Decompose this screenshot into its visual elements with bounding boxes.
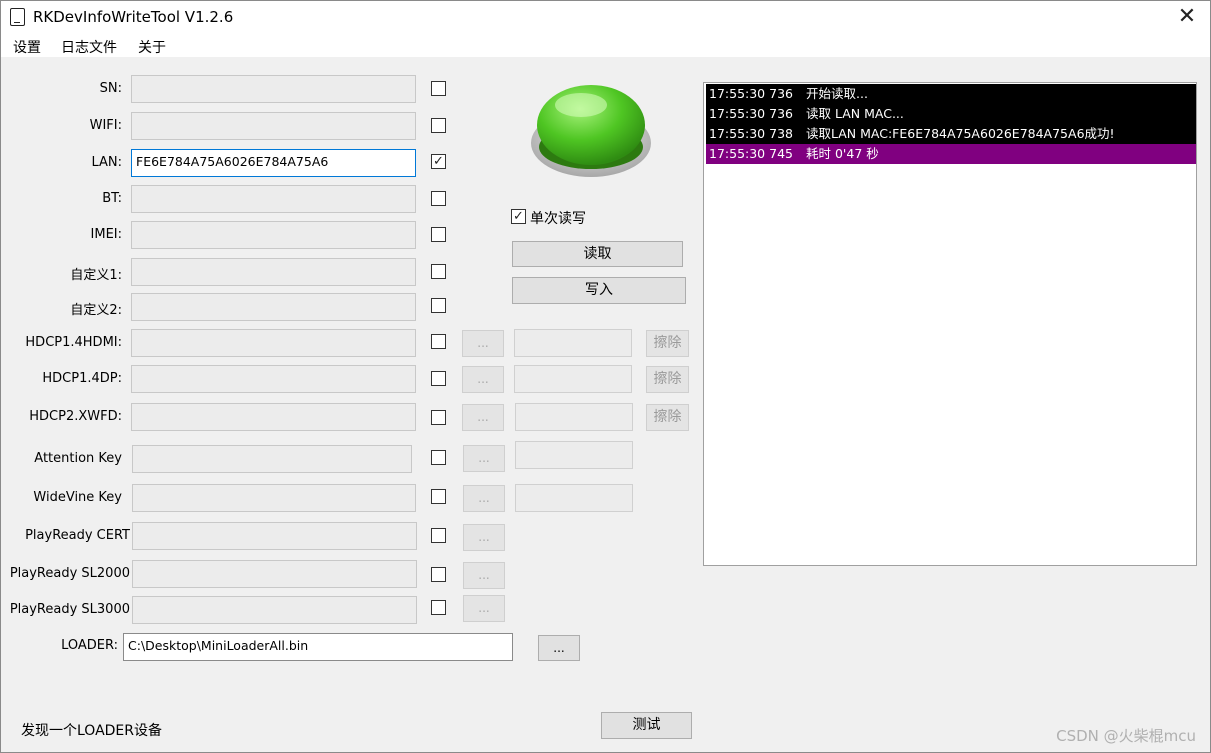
erase-button[interactable]: 擦除 xyxy=(646,366,689,393)
field-label: HDCP1.4HDMI: xyxy=(25,335,122,350)
erase-button[interactable]: 擦除 xyxy=(646,404,689,431)
title-bar: RKDevInfoWriteTool V1.2.6 ✕ xyxy=(1,1,1210,33)
start-button[interactable] xyxy=(529,79,653,183)
field-checkbox[interactable] xyxy=(431,410,446,425)
field-input[interactable] xyxy=(132,560,417,588)
field-input[interactable] xyxy=(131,75,416,103)
field-input[interactable]: FE6E784A75A6026E784A75A6 xyxy=(131,149,416,177)
test-button[interactable]: 测试 xyxy=(601,712,692,739)
field-checkbox[interactable] xyxy=(431,227,446,242)
log-message: 开始读取... xyxy=(806,86,868,101)
field-input[interactable] xyxy=(132,484,416,512)
field-checkbox[interactable] xyxy=(431,600,446,615)
log-panel[interactable]: 17:55:30 736 开始读取... 17:55:30 736 读取 LAN MA… xyxy=(703,82,1197,566)
field-label: PlayReady SL2000 xyxy=(9,566,130,581)
field-checkbox[interactable]: ✓ xyxy=(431,154,446,169)
field-label: WIFI: xyxy=(89,118,122,133)
field-input[interactable] xyxy=(131,329,416,357)
read-button[interactable]: 读取 xyxy=(512,241,683,267)
browse-button[interactable]: ... xyxy=(463,445,505,472)
field-label: BT: xyxy=(102,191,122,206)
window-title: RKDevInfoWriteTool V1.2.6 xyxy=(33,8,234,26)
field-label: SN: xyxy=(99,81,122,96)
browse-button[interactable]: ... xyxy=(462,404,504,431)
log-time: 17:55:30 745 xyxy=(709,146,793,161)
loader-browse-button[interactable]: ... xyxy=(538,635,580,661)
field-checkbox[interactable] xyxy=(431,264,446,279)
field-label: HDCP1.4DP: xyxy=(42,371,122,386)
erase-button[interactable]: 擦除 xyxy=(646,330,689,357)
field-input[interactable] xyxy=(132,596,417,624)
field-checkbox[interactable] xyxy=(431,567,446,582)
device-icon xyxy=(10,8,25,26)
field-input[interactable] xyxy=(131,365,416,393)
close-icon[interactable]: ✕ xyxy=(1164,1,1210,33)
field-label: 自定义2: xyxy=(70,303,122,318)
field-checkbox[interactable] xyxy=(431,528,446,543)
log-time: 17:55:30 736 xyxy=(709,86,793,101)
field-checkbox[interactable] xyxy=(431,81,446,96)
browse-button[interactable]: ... xyxy=(463,595,505,622)
file-path-field[interactable] xyxy=(515,441,633,469)
log-entry: 17:55:30 745 耗时 0'47 秒 xyxy=(706,144,1196,164)
log-message: 读取LAN MAC:FE6E784A75A6026E784A75A6成功! xyxy=(806,126,1115,141)
log-entry: 17:55:30 736 读取 LAN MAC... xyxy=(706,104,1196,124)
field-checkbox[interactable] xyxy=(431,371,446,386)
log-entry: 17:55:30 736 开始读取... xyxy=(706,84,1196,104)
browse-button[interactable]: ... xyxy=(462,330,504,357)
loader-path-field[interactable]: C:\Desktop\MiniLoaderAll.bin xyxy=(123,633,513,661)
browse-button[interactable]: ... xyxy=(463,524,505,551)
loader-label: LOADER: xyxy=(61,638,118,653)
field-label: PlayReady SL3000 xyxy=(9,602,130,617)
file-path-field[interactable] xyxy=(514,365,632,393)
field-label: Attention Key xyxy=(34,451,122,466)
field-checkbox[interactable] xyxy=(431,334,446,349)
status-text: 发现一个LOADER设备 xyxy=(21,723,163,739)
browse-button[interactable]: ... xyxy=(463,485,505,512)
field-label: 自定义1: xyxy=(70,268,122,283)
field-label: PlayReady CERT xyxy=(25,528,130,543)
log-message: 耗时 0'47 秒 xyxy=(806,146,879,161)
file-path-field[interactable] xyxy=(514,329,632,357)
field-label: IMEI: xyxy=(90,227,122,242)
single-rw-checkbox[interactable]: ✓ xyxy=(511,209,526,224)
file-path-field[interactable] xyxy=(515,403,633,431)
log-time: 17:55:30 736 xyxy=(709,106,793,121)
field-input[interactable] xyxy=(131,403,416,431)
browse-button[interactable]: ... xyxy=(463,562,505,589)
watermark: CSDN @火柴棍mcu xyxy=(1056,727,1196,745)
field-input[interactable] xyxy=(132,522,417,550)
field-input[interactable] xyxy=(132,445,412,473)
field-checkbox[interactable] xyxy=(431,118,446,133)
field-input[interactable] xyxy=(131,293,416,321)
menu-about[interactable]: 关于 xyxy=(138,37,166,57)
field-checkbox[interactable] xyxy=(431,489,446,504)
menu-bar: 设置 日志文件 关于 xyxy=(1,33,1210,57)
field-label: WideVine Key xyxy=(33,490,122,505)
log-time: 17:55:30 738 xyxy=(709,126,793,141)
log-entry: 17:55:30 738 读取LAN MAC:FE6E784A75A6026E78… xyxy=(706,124,1196,144)
field-label: HDCP2.XWFD: xyxy=(29,409,122,424)
log-message: 读取 LAN MAC... xyxy=(806,106,904,121)
menu-settings[interactable]: 设置 xyxy=(13,37,41,57)
field-label: LAN: xyxy=(91,155,122,170)
field-checkbox[interactable] xyxy=(431,298,446,313)
field-checkbox[interactable] xyxy=(431,191,446,206)
file-path-field[interactable] xyxy=(515,484,633,512)
field-input[interactable] xyxy=(131,258,416,286)
field-input[interactable] xyxy=(131,221,416,249)
browse-button[interactable]: ... xyxy=(462,366,504,393)
field-input[interactable] xyxy=(131,112,416,140)
write-button[interactable]: 写入 xyxy=(512,277,686,304)
field-checkbox[interactable] xyxy=(431,450,446,465)
field-input[interactable] xyxy=(131,185,416,213)
menu-log-file[interactable]: 日志文件 xyxy=(61,37,117,57)
green-button-icon xyxy=(531,85,651,177)
app-window: RKDevInfoWriteTool V1.2.6 ✕ 设置 日志文件 关于 S… xyxy=(0,0,1211,753)
single-rw-label: 单次读写 xyxy=(530,211,586,227)
